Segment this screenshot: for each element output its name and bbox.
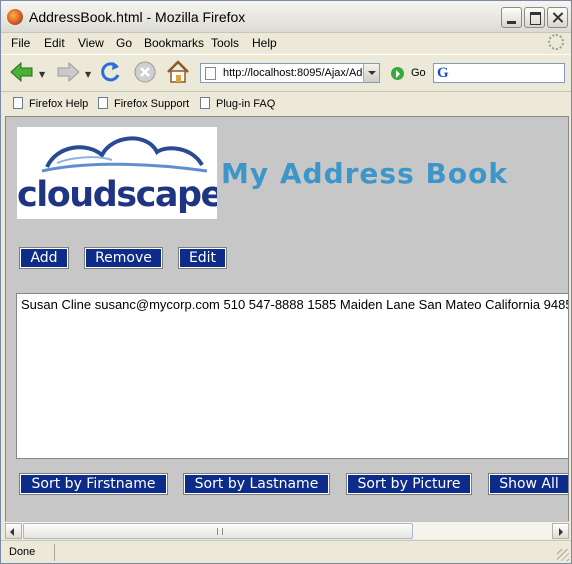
bookmarks-toolbar: Firefox Help Firefox Support Plug-in FAQ xyxy=(1,91,571,115)
window-title: AddressBook.html - Mozilla Firefox xyxy=(29,9,246,25)
resize-grip-icon[interactable] xyxy=(557,549,569,561)
bookmark-page-icon xyxy=(200,97,210,109)
scroll-left-icon[interactable] xyxy=(5,523,22,539)
navigation-toolbar: ▼ ▼ http://localhost:8095/Ajax/AddressBo… xyxy=(1,54,571,90)
maximize-button[interactable] xyxy=(524,7,545,28)
search-input[interactable]: G xyxy=(433,63,565,83)
sort-picture-button[interactable]: Sort by Picture xyxy=(346,473,472,495)
bookmark-label: Firefox Help xyxy=(29,98,89,110)
bookmark-page-icon xyxy=(13,97,23,109)
url-dropdown-button[interactable] xyxy=(363,64,379,82)
bookmark-page-icon xyxy=(98,97,108,109)
scroll-right-icon[interactable] xyxy=(552,523,569,539)
bookmark-label: Plug-in FAQ xyxy=(216,98,276,110)
scroll-grip-icon xyxy=(217,528,223,535)
remove-button[interactable]: Remove xyxy=(84,247,163,269)
go-icon[interactable] xyxy=(391,67,404,80)
reload-icon[interactable] xyxy=(97,59,123,85)
contact-row[interactable]: Susan Cline susanc@mycorp.com 510 547-88… xyxy=(21,297,568,312)
forward-dropdown-icon[interactable]: ▼ xyxy=(85,70,91,79)
close-button[interactable] xyxy=(547,7,568,28)
page-icon xyxy=(205,67,216,80)
menu-bookmarks[interactable]: Bookmarks xyxy=(144,36,204,50)
url-input[interactable]: http://localhost:8095/Ajax/AddressBook.h… xyxy=(200,63,380,83)
sort-firstname-button[interactable]: Sort by Firstname xyxy=(19,473,168,495)
menu-go[interactable]: Go xyxy=(116,36,132,50)
back-dropdown-icon[interactable]: ▼ xyxy=(39,70,45,79)
contact-list[interactable]: Susan Cline susanc@mycorp.com 510 547-88… xyxy=(16,293,568,459)
status-text: Done xyxy=(9,546,36,558)
status-separator xyxy=(54,544,55,561)
back-icon[interactable] xyxy=(9,59,35,85)
edit-button[interactable]: Edit xyxy=(178,247,227,269)
home-icon[interactable] xyxy=(165,59,191,85)
go-button-label[interactable]: Go xyxy=(411,67,426,79)
stop-icon[interactable] xyxy=(132,59,158,85)
bookmark-plugin-faq[interactable]: Plug-in FAQ xyxy=(200,97,275,110)
forward-icon[interactable] xyxy=(55,59,81,85)
menu-help[interactable]: Help xyxy=(252,36,277,50)
menu-view[interactable]: View xyxy=(78,36,104,50)
throbber-icon xyxy=(548,34,564,50)
menu-bar: File Edit View Go Bookmarks Tools Help xyxy=(1,33,571,53)
page-content: cloudscape My Address Book Add Remove Ed… xyxy=(5,116,569,522)
minimize-button[interactable] xyxy=(501,7,522,28)
show-all-button[interactable]: Show All xyxy=(488,473,568,495)
add-button[interactable]: Add xyxy=(19,247,69,269)
menu-tools[interactable]: Tools xyxy=(211,36,239,50)
firefox-icon xyxy=(7,9,23,25)
menu-file[interactable]: File xyxy=(11,36,30,50)
horizontal-scrollbar[interactable] xyxy=(5,521,569,539)
page-title: My Address Book xyxy=(221,157,508,190)
menu-edit[interactable]: Edit xyxy=(44,36,65,50)
logo-text: cloudscape xyxy=(17,175,217,215)
status-bar: Done xyxy=(1,540,571,563)
google-search-icon[interactable]: G xyxy=(437,65,449,82)
bookmark-label: Firefox Support xyxy=(114,98,190,110)
bookmark-firefox-help[interactable]: Firefox Help xyxy=(13,97,88,110)
browser-window: AddressBook.html - Mozilla Firefox File … xyxy=(0,0,572,564)
scroll-thumb[interactable] xyxy=(23,523,413,539)
url-text: http://localhost:8095/Ajax/AddressBook.h… xyxy=(223,67,363,79)
sort-lastname-button[interactable]: Sort by Lastname xyxy=(183,473,330,495)
cloudscape-logo: cloudscape xyxy=(17,127,217,219)
title-bar: AddressBook.html - Mozilla Firefox xyxy=(1,1,571,33)
bookmark-firefox-support[interactable]: Firefox Support xyxy=(98,97,189,110)
